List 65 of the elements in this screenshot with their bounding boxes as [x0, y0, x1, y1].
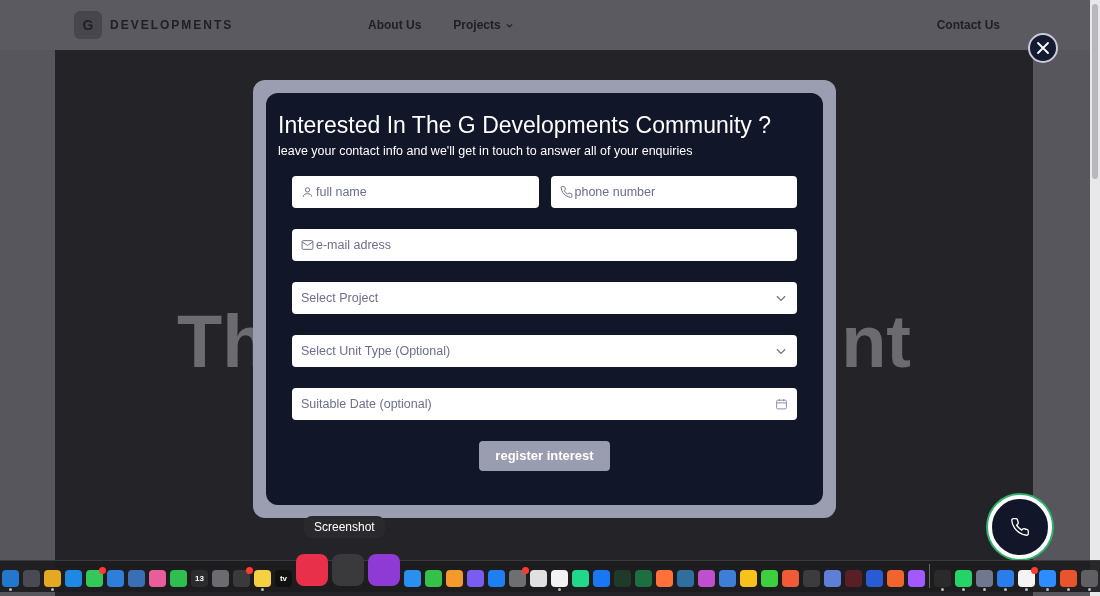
app-icon[interactable]: [149, 570, 166, 587]
select-field[interactable]: Select Project: [292, 281, 797, 314]
app-icon[interactable]: [976, 570, 993, 587]
app-icon[interactable]: [1018, 570, 1035, 587]
close-icon: [1037, 42, 1049, 54]
app-icon[interactable]: [824, 570, 841, 587]
scrollbar-thumb[interactable]: [1092, 4, 1098, 179]
app-icon[interactable]: [170, 570, 187, 587]
app-icon[interactable]: [782, 570, 799, 587]
app-icon[interactable]: 13: [191, 570, 208, 587]
app-icon[interactable]: [698, 570, 715, 587]
input-field[interactable]: phone number: [550, 175, 797, 208]
modal-subtitle: leave your contact info and we'll get in touch to answer all of your enquiries: [278, 143, 694, 160]
app-icon[interactable]: [296, 554, 328, 586]
app-icon[interactable]: [65, 570, 82, 587]
app-icon[interactable]: [593, 570, 610, 587]
app-icon[interactable]: [719, 570, 736, 587]
app-icon[interactable]: [761, 570, 778, 587]
nav-link[interactable]: Contact Us: [936, 16, 1000, 34]
nav-link[interactable]: Projects: [453, 16, 514, 34]
select-field[interactable]: Select Unit Type (Optional): [292, 334, 797, 367]
app-icon[interactable]: [656, 570, 673, 587]
app-icon[interactable]: [128, 570, 145, 587]
app-icon[interactable]: [740, 570, 757, 587]
nav-link[interactable]: About Us: [368, 16, 422, 34]
app-icon[interactable]: [404, 570, 421, 587]
app-icon[interactable]: [955, 570, 972, 587]
app-icon[interactable]: [488, 570, 505, 587]
app-icon[interactable]: [44, 570, 61, 587]
app-icon[interactable]: [997, 570, 1014, 587]
app-icon[interactable]: [425, 570, 442, 587]
app-icon[interactable]: [368, 554, 400, 586]
app-icon[interactable]: [530, 570, 547, 587]
hero-heading: nt: [841, 305, 911, 379]
app-icon[interactable]: [572, 570, 589, 587]
modal-title: Interested In The G Developments Community ?: [278, 111, 773, 139]
tooltip: Screenshot: [304, 516, 385, 538]
app-icon[interactable]: [1039, 570, 1056, 587]
app-icon[interactable]: [446, 570, 463, 587]
scrollbar[interactable]: [1090, 0, 1100, 596]
calendar-icon: [775, 397, 788, 411]
app-icon[interactable]: [509, 570, 526, 587]
app-icon[interactable]: [677, 570, 694, 587]
brand-name: DEVELOPMENTS: [110, 17, 234, 34]
app-icon[interactable]: [212, 570, 229, 587]
phone-icon: [559, 185, 573, 199]
app-icon[interactable]: [887, 570, 904, 587]
input-field[interactable]: e-mail adress: [292, 228, 797, 261]
app-icon[interactable]: [1060, 570, 1077, 587]
app-icon[interactable]: [254, 570, 271, 587]
date-field[interactable]: Suitable Date (optional): [292, 387, 797, 420]
app-icon[interactable]: [551, 570, 568, 587]
register-button[interactable]: register interest: [479, 440, 610, 471]
call-button[interactable]: [988, 495, 1052, 559]
app-icon[interactable]: [467, 570, 484, 587]
phone-icon: [1010, 517, 1030, 537]
app-icon[interactable]: tv: [275, 570, 292, 587]
app-icon[interactable]: [107, 570, 124, 587]
mail-icon: [301, 238, 314, 252]
app-icon[interactable]: [233, 570, 250, 587]
user-icon: [301, 185, 314, 199]
input-field[interactable]: full name: [292, 175, 539, 208]
app-icon[interactable]: [2, 570, 19, 587]
app-icon[interactable]: [908, 570, 925, 587]
app-icon[interactable]: [86, 570, 103, 587]
